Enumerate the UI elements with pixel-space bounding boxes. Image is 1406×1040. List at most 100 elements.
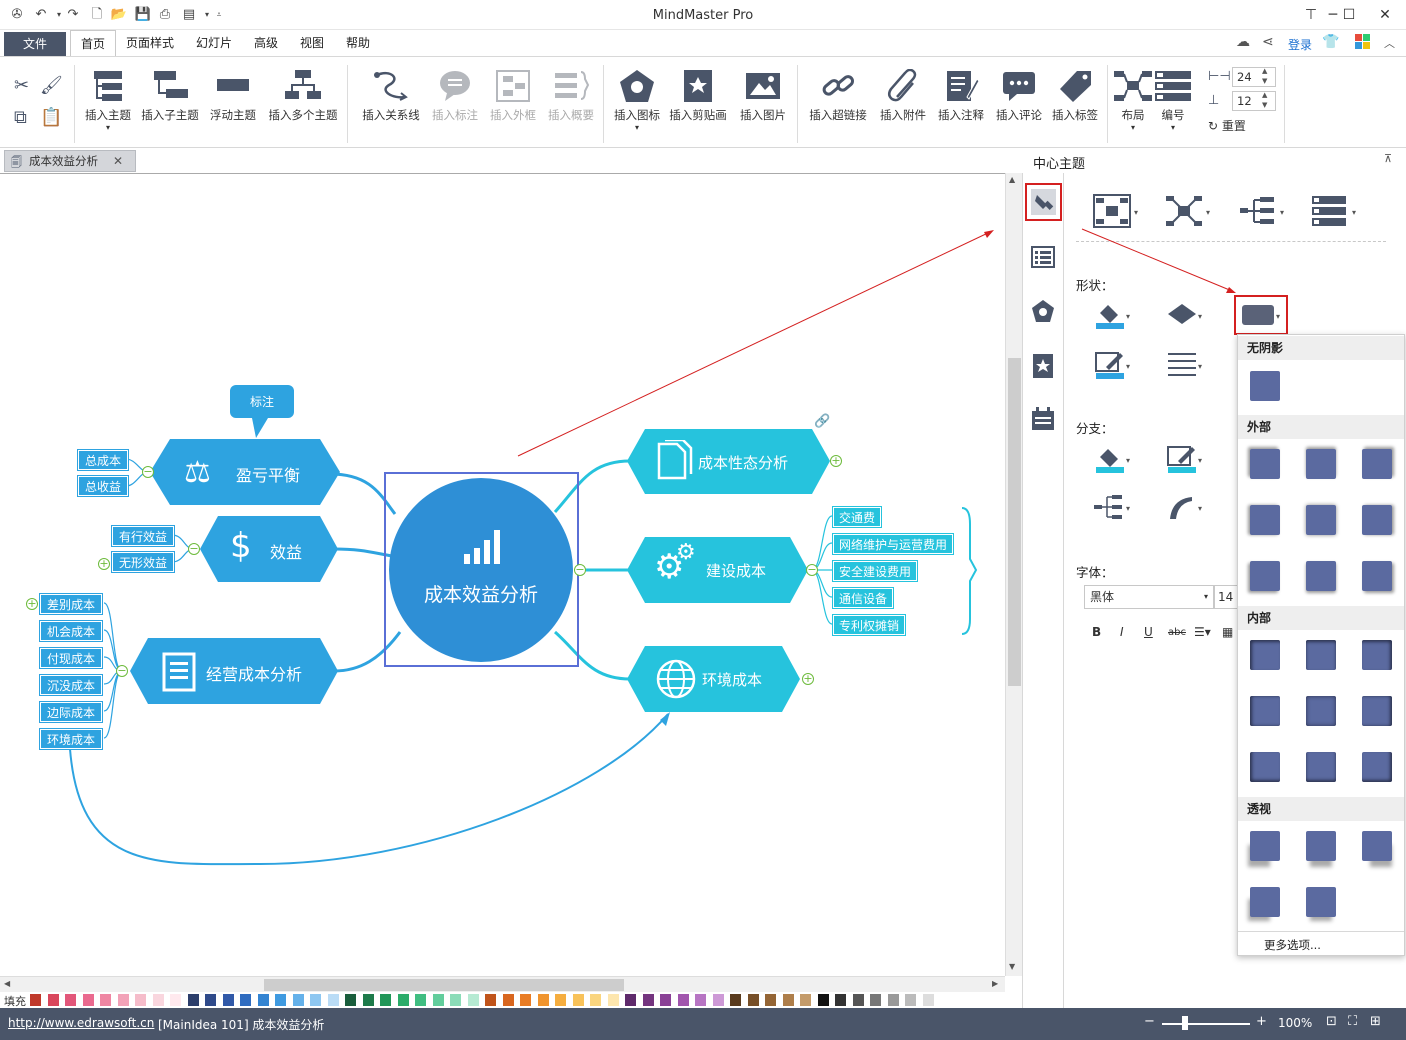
palette-swatch[interactable] bbox=[362, 994, 374, 1006]
palette-swatch[interactable] bbox=[607, 994, 619, 1006]
palette-swatch[interactable] bbox=[47, 994, 59, 1006]
shadow-option-inner[interactable] bbox=[1362, 696, 1392, 726]
expand-toggle-icon[interactable]: + bbox=[830, 455, 842, 467]
underline-button[interactable]: U bbox=[1144, 625, 1153, 639]
shadow-option-inner[interactable] bbox=[1250, 696, 1280, 726]
outline-list-icon[interactable] bbox=[1031, 245, 1055, 269]
undo-icon[interactable]: ↶ bbox=[32, 6, 50, 24]
branch-fill-color-icon[interactable]: ▾ bbox=[1092, 443, 1136, 475]
pin-panel-icon[interactable]: ⊼ bbox=[1384, 152, 1392, 165]
fit-page-icon[interactable]: ⊡ bbox=[1326, 1014, 1337, 1029]
palette-swatch[interactable] bbox=[660, 994, 671, 1006]
branch-connector-style-icon[interactable]: ▾ bbox=[1092, 491, 1136, 523]
vertical-scrollbar[interactable]: ▲ ▼ bbox=[1005, 173, 1022, 976]
close-tab-icon[interactable]: ✕ bbox=[113, 151, 123, 171]
shadow-option-outer[interactable] bbox=[1362, 449, 1392, 479]
horizontal-scrollbar[interactable]: ◀ ▶ bbox=[0, 976, 1005, 992]
palette-swatch[interactable] bbox=[380, 994, 391, 1006]
palette-swatch[interactable] bbox=[677, 994, 689, 1006]
palette-swatch[interactable] bbox=[432, 994, 444, 1006]
insert-hyperlink-button[interactable]: 插入超链接 bbox=[804, 65, 872, 145]
collapse-toggle-icon[interactable]: − bbox=[116, 665, 128, 677]
palette-swatch[interactable] bbox=[852, 994, 864, 1006]
palette-swatch[interactable] bbox=[310, 994, 321, 1006]
shadow-option-outer[interactable] bbox=[1250, 505, 1280, 535]
scroll-up-icon[interactable]: ▲ bbox=[1009, 175, 1015, 184]
palette-swatch[interactable] bbox=[642, 994, 654, 1006]
layout-mindmap-icon[interactable]: ▾ bbox=[1092, 193, 1138, 228]
border-color-icon[interactable]: ▾ bbox=[1092, 349, 1136, 381]
layout-radial-icon[interactable]: ▾ bbox=[1164, 193, 1210, 226]
branch-line-color-icon[interactable]: ▾ bbox=[1164, 443, 1208, 475]
insert-callout-button[interactable]: 插入标注 bbox=[428, 65, 482, 145]
export-icon[interactable]: ▤ bbox=[180, 6, 198, 24]
shadow-style-button[interactable]: ▾ bbox=[1234, 295, 1288, 335]
shadow-option-perspective[interactable] bbox=[1306, 887, 1336, 917]
menu-view[interactable]: 视图 bbox=[290, 30, 334, 56]
scroll-down-icon[interactable]: ▼ bbox=[1009, 962, 1015, 971]
palette-swatch[interactable] bbox=[817, 994, 829, 1006]
layout-list-icon[interactable]: ▾ bbox=[1310, 193, 1356, 226]
apps-icon[interactable] bbox=[1355, 34, 1371, 50]
branch-line-shape-icon[interactable]: ▾ bbox=[1164, 491, 1208, 523]
fill-color-icon[interactable]: ▾ bbox=[1092, 299, 1136, 331]
topic-operating-cost[interactable]: 经营成本分析 bbox=[206, 661, 302, 685]
palette-swatch[interactable] bbox=[870, 994, 881, 1006]
theme-icon[interactable]: 👕 bbox=[1322, 34, 1339, 50]
palette-swatch[interactable] bbox=[502, 994, 514, 1006]
font-family-select[interactable]: 黑体 ▾ bbox=[1084, 585, 1214, 609]
save-icon[interactable]: 💾 bbox=[134, 6, 152, 24]
vertical-scroll-thumb[interactable] bbox=[1008, 358, 1021, 686]
shadow-option-inner[interactable] bbox=[1306, 752, 1336, 782]
insert-relationship-button[interactable]: 插入关系线 bbox=[356, 65, 426, 145]
hyperlink-marker-icon[interactable]: 🔗 bbox=[814, 414, 830, 429]
collapse-toggle-icon[interactable]: − bbox=[188, 543, 200, 555]
login-link[interactable]: 登录 bbox=[1288, 36, 1312, 53]
zoom-slider-handle[interactable] bbox=[1182, 1016, 1188, 1030]
menu-help[interactable]: 帮助 bbox=[336, 30, 380, 56]
clipart-tab[interactable] bbox=[1031, 353, 1055, 379]
insert-summary-button[interactable]: 插入概要 bbox=[544, 65, 598, 145]
collapse-toggle-icon[interactable]: − bbox=[142, 466, 154, 478]
subtopic-network-maintenance[interactable]: 网络维护与运营费用 bbox=[833, 534, 954, 554]
full-screen-icon[interactable]: ⛶ bbox=[1348, 1014, 1357, 1029]
insert-clipart-button[interactable]: 插入剪贴画 bbox=[666, 65, 730, 145]
shadow-option-outer[interactable] bbox=[1362, 505, 1392, 535]
callout-label[interactable]: 标注 bbox=[230, 393, 294, 410]
subtopic-environmental-cost[interactable]: 环境成本 bbox=[40, 729, 102, 749]
vertical-spacing-input[interactable]: 12 bbox=[1232, 91, 1276, 111]
palette-swatch[interactable] bbox=[905, 994, 916, 1006]
subtopic-opportunity-cost[interactable]: 机会成本 bbox=[40, 621, 102, 641]
more-options-link[interactable]: 更多选项... bbox=[1264, 937, 1321, 953]
bold-button[interactable]: B bbox=[1092, 625, 1101, 639]
palette-swatch[interactable] bbox=[205, 994, 216, 1006]
customize-quick-access-icon[interactable]: ⩡ bbox=[210, 6, 228, 24]
palette-swatch[interactable] bbox=[240, 994, 251, 1006]
share-icon[interactable]: ⋖ bbox=[1262, 34, 1280, 52]
shadow-option-outer[interactable] bbox=[1362, 561, 1392, 591]
shadow-option-inner[interactable] bbox=[1250, 640, 1280, 670]
open-folder-icon[interactable]: 📂 bbox=[110, 6, 128, 24]
palette-swatch[interactable] bbox=[152, 994, 164, 1006]
palette-swatch[interactable] bbox=[292, 994, 304, 1006]
topic-cost-behavior[interactable]: 成本性态分析 bbox=[698, 452, 788, 473]
insert-image-button[interactable]: 插入图片 bbox=[734, 65, 792, 145]
shadow-option-perspective[interactable] bbox=[1250, 831, 1280, 861]
maximize-button[interactable]: ☐ bbox=[1334, 4, 1364, 26]
floating-topic-button[interactable]: 浮动主题 bbox=[204, 65, 262, 145]
palette-swatch[interactable] bbox=[327, 994, 339, 1006]
shadow-option-inner[interactable] bbox=[1362, 752, 1392, 782]
shadow-option-outer[interactable] bbox=[1250, 561, 1280, 591]
subtopic-marginal-cost[interactable]: 边际成本 bbox=[40, 702, 102, 722]
topic-construction-cost[interactable]: 建设成本 bbox=[706, 560, 766, 581]
palette-swatch[interactable] bbox=[135, 994, 146, 1006]
numbering-button[interactable]: 编号 ▾ bbox=[1152, 65, 1194, 145]
scroll-right-icon[interactable]: ▶ bbox=[992, 979, 998, 988]
icon-library-tab[interactable] bbox=[1031, 299, 1055, 323]
align-button[interactable]: ☰▾ bbox=[1194, 625, 1211, 639]
shadow-option-inner[interactable] bbox=[1250, 752, 1280, 782]
subtopic-differential-cost[interactable]: 差别成本 bbox=[40, 594, 102, 614]
collapse-toggle-icon[interactable]: − bbox=[806, 564, 818, 576]
palette-swatch[interactable] bbox=[485, 994, 496, 1006]
copy-icon[interactable]: ⧉ bbox=[14, 107, 27, 128]
